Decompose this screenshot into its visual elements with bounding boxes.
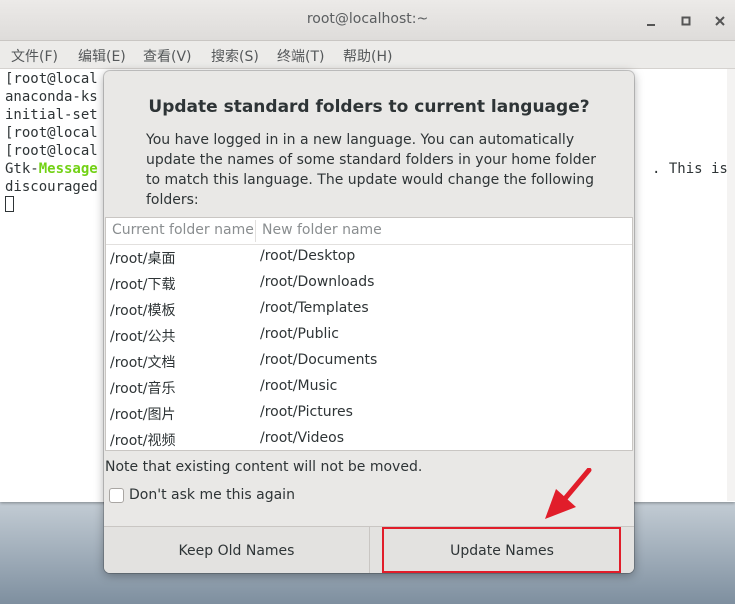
terminal-scrollbar[interactable]	[727, 69, 735, 501]
close-button[interactable]	[709, 10, 731, 32]
menu-search[interactable]: 搜索(S)	[211, 46, 259, 66]
menu-help[interactable]: 帮助(H)	[343, 46, 392, 66]
minimize-icon	[647, 24, 655, 26]
table-row[interactable]: /root/公共 /root/Public	[106, 322, 632, 348]
current-folder-cell: /root/公共	[110, 329, 176, 345]
close-icon	[715, 16, 725, 26]
minimize-button[interactable]	[640, 10, 662, 32]
terminal-line: initial-set	[5, 107, 98, 123]
current-folder-cell: /root/下载	[110, 277, 176, 293]
current-folder-cell: /root/音乐	[110, 381, 176, 397]
current-folder-cell: /root/桌面	[110, 251, 176, 267]
new-folder-cell: /root/Public	[260, 326, 339, 342]
terminal-line: anaconda-ks	[5, 89, 98, 105]
menu-view[interactable]: 查看(V)	[143, 46, 192, 66]
current-folder-cell: /root/视频	[110, 433, 176, 449]
new-folder-cell: /root/Pictures	[260, 404, 353, 420]
table-row[interactable]: /root/音乐 /root/Music	[106, 374, 632, 400]
maximize-button[interactable]	[675, 10, 697, 32]
current-folder-cell: /root/模板	[110, 303, 176, 319]
menu-terminal[interactable]: 终端(T)	[277, 46, 324, 66]
terminal-cursor	[5, 196, 14, 212]
current-folder-cell: /root/图片	[110, 407, 176, 423]
table-row[interactable]: /root/图片 /root/Pictures	[106, 400, 632, 426]
gtk-message: Message	[38, 161, 98, 177]
terminal-line: [root@local	[5, 71, 98, 87]
new-folder-cell: /root/Downloads	[260, 274, 375, 290]
table-row[interactable]: /root/文档 /root/Documents	[106, 348, 632, 374]
new-folder-cell: /root/Desktop	[260, 248, 356, 264]
column-divider	[255, 220, 256, 242]
new-folder-cell: /root/Templates	[260, 300, 369, 316]
red-arrow-icon	[545, 468, 592, 519]
table-row[interactable]: /root/视频 /root/Videos	[106, 426, 632, 452]
column-current-folder[interactable]: Current folder name	[112, 222, 254, 238]
terminal-line: [root@local	[5, 143, 98, 159]
dialog-message: You have logged in in a new language. Yo…	[146, 132, 597, 208]
new-folder-cell: /root/Videos	[260, 430, 345, 446]
menu-file[interactable]: 文件(F)	[11, 46, 58, 66]
table-row[interactable]: /root/模板 /root/Templates	[106, 296, 632, 322]
table-row[interactable]: /root/桌面 /root/Desktop	[106, 244, 632, 270]
content-note: Note that existing content will not be m…	[105, 459, 423, 475]
title-bar[interactable]: root@localhost:~	[0, 0, 735, 41]
gtk-prefix: Gtk-	[5, 161, 39, 177]
current-folder-cell: /root/文档	[110, 355, 176, 371]
terminal-overflow-text: . This is	[652, 161, 728, 177]
menu-bar: 文件(F) 编辑(E) 查看(V) 搜索(S) 终端(T) 帮助(H)	[0, 41, 735, 69]
dont-ask-checkbox[interactable]	[109, 488, 124, 503]
dialog-title: Update standard folders to current langu…	[148, 97, 590, 117]
keep-old-names-button[interactable]: Keep Old Names	[104, 527, 370, 573]
dont-ask-label[interactable]: Don't ask me this again	[129, 487, 295, 503]
column-new-folder[interactable]: New folder name	[262, 222, 382, 238]
maximize-icon	[681, 16, 691, 26]
terminal-gtk-line: Gtk-Message	[5, 160, 98, 178]
window-title: root@localhost:~	[306, 11, 429, 27]
terminal-line: [root@local	[5, 125, 98, 141]
update-button-highlight	[382, 527, 621, 573]
table-row[interactable]: /root/下载 /root/Downloads	[106, 270, 632, 296]
new-folder-cell: /root/Documents	[260, 352, 378, 368]
terminal-line: discouraged	[5, 179, 98, 195]
menu-edit[interactable]: 编辑(E)	[78, 46, 126, 66]
table-header: Current folder name New folder name	[106, 218, 632, 245]
folder-table[interactable]: Current folder name New folder name /roo…	[105, 217, 633, 451]
new-folder-cell: /root/Music	[260, 378, 338, 394]
